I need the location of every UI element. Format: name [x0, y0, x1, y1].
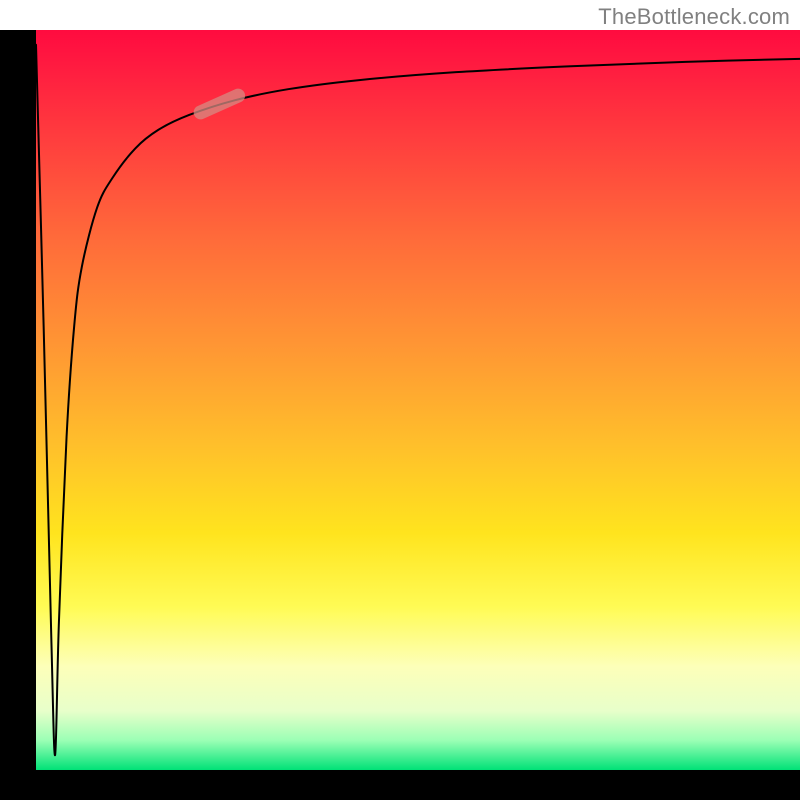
curve-marker [191, 86, 247, 121]
y-axis-bar [0, 30, 36, 770]
curve-svg [36, 30, 800, 770]
plot-area [36, 30, 800, 770]
x-axis-bar [0, 770, 800, 800]
watermark-text: TheBottleneck.com [598, 4, 790, 30]
bottleneck-curve [36, 45, 800, 755]
